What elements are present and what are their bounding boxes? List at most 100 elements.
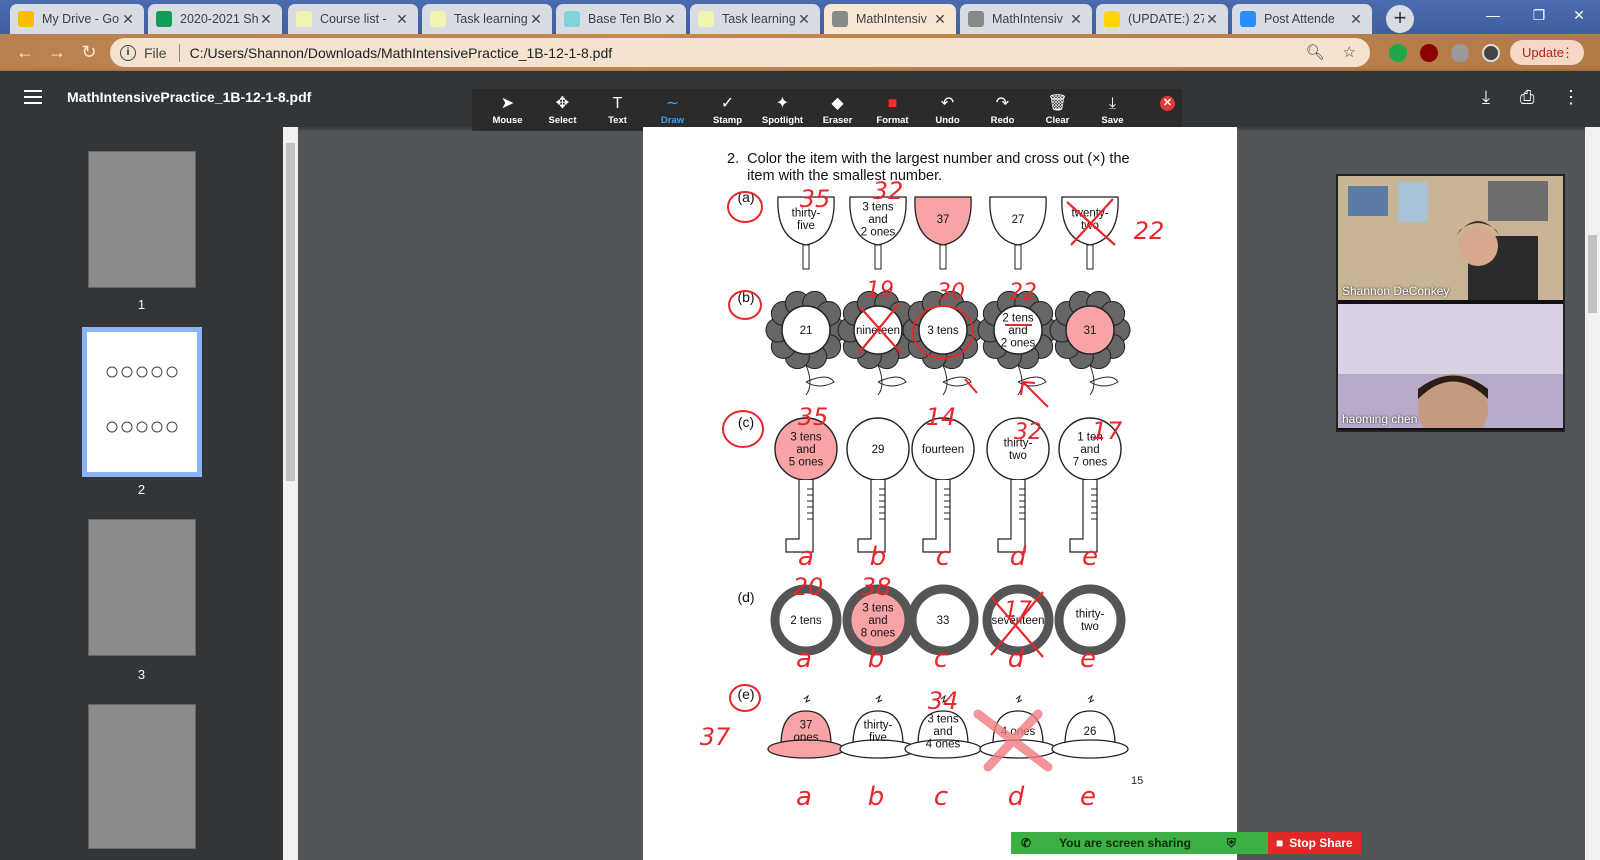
info-icon[interactable]: i (120, 44, 136, 61)
shovel-handle (939, 244, 947, 270)
tool-clear[interactable]: 🗑 Clear (1030, 89, 1085, 131)
tool-save[interactable]: ⤓ Save (1085, 89, 1140, 131)
sidebar-scrollbar[interactable] (283, 127, 298, 860)
close-tab-icon[interactable]: ✕ (662, 11, 678, 28)
ufo-antenna (1015, 694, 1023, 703)
close-tab-icon[interactable]: ✕ (1068, 11, 1084, 28)
ublock-icon[interactable] (1420, 44, 1438, 62)
close-tab-icon[interactable]: ✕ (796, 11, 812, 28)
close-tab-icon[interactable]: ✕ (1348, 11, 1364, 28)
format-icon: ■ (887, 95, 898, 112)
handwritten-mark: c (934, 782, 948, 812)
sharing-status[interactable]: ✆ You are screen sharing ⛨ (1011, 832, 1268, 854)
close-annotation-icon[interactable]: ✕ (1160, 96, 1175, 111)
page-thumbnail-2[interactable] (82, 327, 202, 477)
menu-icon[interactable] (24, 90, 42, 108)
tool-eraser[interactable]: ◆ Eraser (810, 89, 865, 131)
close-tab-icon[interactable]: ✕ (932, 11, 948, 28)
zoom-icon (1240, 11, 1256, 27)
tab-9[interactable]: (UPDATE:) 27 ✕ (1096, 4, 1228, 34)
trash-icon: 🗑 (1047, 95, 1068, 112)
omnibox[interactable]: i File C:/Users/Shannon/Downloads/MathIn… (110, 38, 1370, 67)
new-tab-button[interactable]: + (1386, 5, 1414, 33)
tool-stamp[interactable]: ✓ Stamp (700, 89, 755, 131)
close-tab-icon[interactable]: ✕ (1204, 11, 1220, 28)
tool-mouse[interactable]: ➤ Mouse (480, 89, 535, 131)
page-number: 15 (1131, 775, 1144, 787)
page-scrollbar[interactable] (1585, 127, 1600, 860)
tab-4[interactable]: Task learning ✕ (422, 4, 552, 34)
page-thumbnail-3[interactable] (88, 519, 196, 656)
tab-5[interactable]: Base Ten Bloc ✕ (556, 4, 686, 34)
spotlight-icon: ✦ (775, 95, 790, 112)
update-button[interactable]: Update ⋮ (1510, 40, 1584, 65)
item-text: and (868, 615, 887, 627)
tool-label: Redo (990, 115, 1015, 126)
zoom-icon[interactable]: 🔍︎ (1306, 43, 1325, 61)
tool-redo[interactable]: ↷ Redo (975, 89, 1030, 131)
worksheet-drawing[interactable]: (a)(b)(c)(d)(e)thirty-five3 tensand2 one… (643, 127, 1237, 860)
video-tile-haoming[interactable]: haoming chen (1338, 304, 1563, 428)
doc-icon (296, 11, 312, 27)
tool-spotlight[interactable]: ✦ Spotlight (755, 89, 810, 131)
pdf-title: MathIntensivePractice_1B-12-1-8.pdf (67, 89, 312, 105)
handwritten-mark: b (870, 542, 887, 572)
download-icon[interactable]: ⤓ (1482, 87, 1490, 108)
url-text[interactable]: C:/Users/Shannon/Downloads/MathIntensive… (190, 45, 613, 61)
forward-icon[interactable]: → (46, 41, 68, 63)
item-text: and (868, 214, 887, 226)
tab-title: Course list - (320, 12, 387, 26)
redo-icon: ↷ (995, 95, 1010, 112)
tab-7[interactable]: MathIntensiv ✕ (824, 4, 956, 34)
tool-label: Stamp (712, 115, 743, 126)
stop-share-button[interactable]: ■ Stop Share (1268, 832, 1361, 854)
handwritten-mark: 35 (798, 403, 829, 431)
drive-icon (18, 11, 34, 27)
print-icon[interactable]: ⎙ (1520, 87, 1534, 108)
bookmark-star-icon[interactable]: ☆ (1343, 43, 1356, 61)
item-text: 26 (1084, 726, 1097, 738)
puzzle-icon[interactable] (1451, 44, 1469, 62)
page-thumbnail-1[interactable] (88, 151, 196, 288)
avatar[interactable] (1482, 44, 1500, 62)
tool-draw[interactable]: ∼ Draw (645, 89, 700, 131)
item-text: 2 ones (1001, 337, 1036, 349)
handwritten-mark: 38 (861, 573, 892, 601)
close-tab-icon[interactable]: ✕ (394, 11, 410, 28)
tab-title: Base Ten Bloc (588, 12, 662, 26)
page-thumbnail-4[interactable] (88, 704, 196, 849)
row-label: (c) (738, 414, 754, 430)
handwritten-mark: 17 (1092, 417, 1123, 445)
tab-1[interactable]: My Drive - Go ✕ (10, 4, 144, 34)
reload-icon[interactable]: ↻ (78, 41, 100, 63)
tab-8[interactable]: MathIntensiv ✕ (960, 4, 1092, 34)
extension-icon[interactable] (1389, 44, 1407, 62)
close-tab-icon[interactable]: ✕ (528, 11, 544, 28)
tab-title: 2020-2021 Sh (180, 12, 258, 26)
tab-3[interactable]: Course list - ✕ (288, 4, 418, 34)
tool-select[interactable]: ✥ Select (535, 89, 590, 131)
close-tab-icon[interactable]: ✕ (120, 11, 136, 28)
tool-undo[interactable]: ↶ Undo (920, 89, 975, 131)
handwritten-mark: 32 (873, 177, 904, 205)
tab-10[interactable]: Post Attende ✕ (1232, 4, 1372, 34)
tool-format[interactable]: ■ Format (865, 89, 920, 131)
flower-stem (805, 364, 835, 396)
close-tab-icon[interactable]: ✕ (258, 11, 274, 28)
handwritten-mark: 14 (926, 403, 957, 431)
tab-6[interactable]: Task learning ✕ (690, 4, 820, 34)
tab-2[interactable]: 2020-2021 Sh ✕ (148, 4, 282, 34)
shovel-handle (874, 244, 882, 270)
tool-text[interactable]: T Text (590, 89, 645, 131)
shovel-handle (802, 244, 810, 270)
minimize-icon[interactable]: — (1470, 0, 1516, 30)
item-text: five (797, 220, 815, 232)
tool-label: Draw (660, 115, 685, 126)
close-window-icon[interactable]: ✕ (1556, 0, 1600, 30)
item-text: 5 ones (789, 456, 824, 468)
back-icon[interactable]: ← (14, 41, 36, 63)
more-icon[interactable]: ⋮ (1562, 87, 1580, 108)
video-tile-shannon[interactable]: Shannon DeConkey (1338, 176, 1563, 300)
draw-icon: ∼ (665, 95, 680, 112)
tool-label: Format (876, 115, 909, 126)
